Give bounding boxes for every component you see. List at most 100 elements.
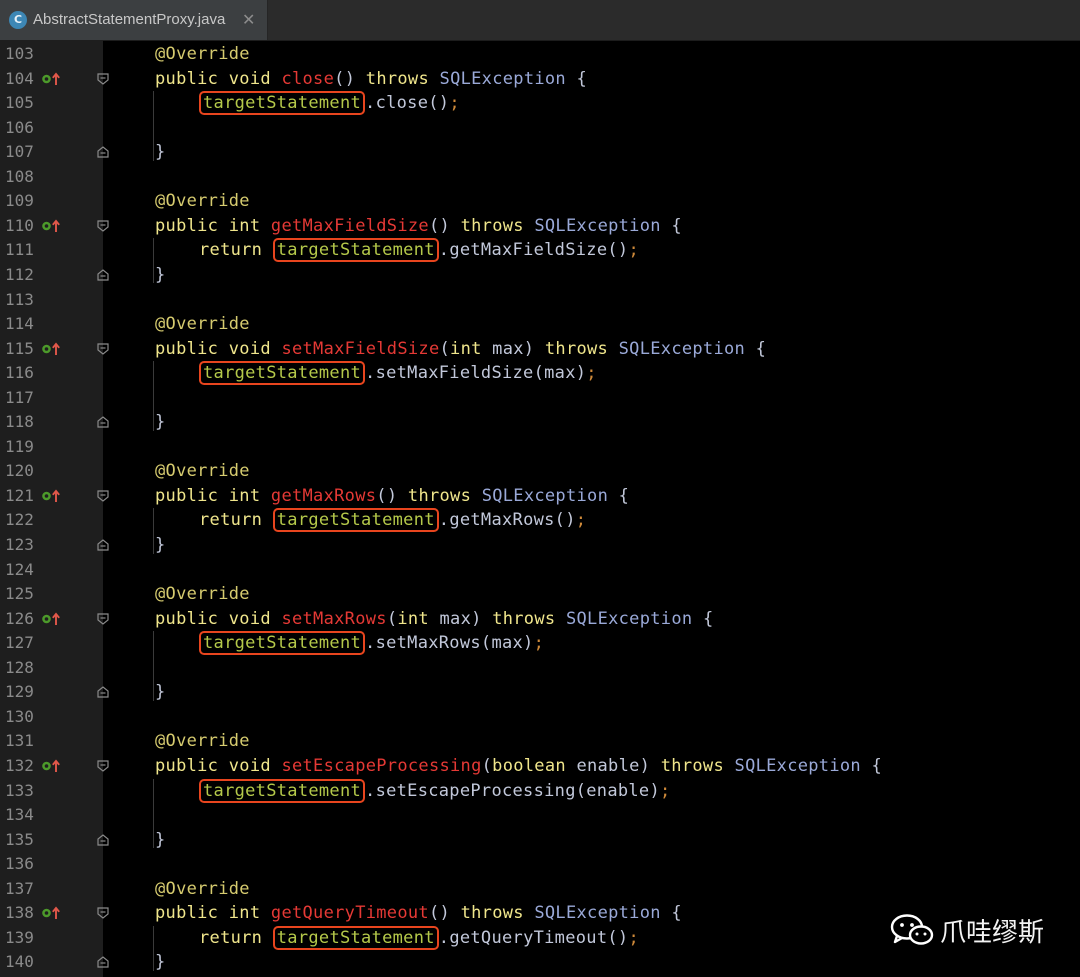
- keyword: int: [228, 903, 261, 924]
- code-line: 131 @Override: [0, 729, 1080, 753]
- method-call: .close(): [365, 93, 450, 114]
- keyword: int: [397, 608, 429, 629]
- override-implements-icon[interactable]: [41, 612, 63, 626]
- brace: }: [155, 264, 166, 285]
- target-statement-field: targetStatement: [199, 91, 366, 116]
- code-line: 129}: [0, 680, 1080, 704]
- code-text: }: [155, 830, 166, 850]
- code-editor[interactable]: 103 @Override 104 public void close() throw…: [0, 40, 1080, 977]
- override-implements-icon[interactable]: [41, 489, 63, 503]
- fold-marker-icon[interactable]: [97, 269, 109, 281]
- fold-marker-icon[interactable]: [97, 342, 109, 355]
- method-name: getMaxFieldSize: [270, 215, 429, 236]
- line-number: 125: [5, 584, 34, 604]
- indent-guide: [153, 631, 154, 701]
- tab-abstract-statement-proxy[interactable]: C AbstractStatementProxy.java ✕: [0, 0, 268, 40]
- brace: }: [155, 682, 166, 703]
- code-line: 115 public void setMaxFieldSize(int max) …: [0, 337, 1080, 361]
- fold-marker-icon[interactable]: [97, 956, 109, 968]
- tab-label: AbstractStatementProxy.java: [33, 11, 226, 28]
- fold-marker-icon[interactable]: [97, 613, 109, 625]
- exception-type: SQLException: [534, 215, 661, 236]
- method-body-statement: return targetStatement .getMaxFieldSize()…: [199, 238, 639, 263]
- code-text: @Override: [155, 314, 250, 334]
- method-body-statement: return targetStatement .getQueryTimeout()…: [199, 925, 639, 950]
- override-annotation: @Override: [155, 731, 250, 752]
- line-number: 124: [5, 559, 34, 579]
- keyword: public: [155, 755, 219, 776]
- line-number: 131: [5, 731, 34, 751]
- editor-tab-bar: C AbstractStatementProxy.java ✕: [0, 0, 1080, 41]
- brace: {: [576, 68, 588, 89]
- method-name: setMaxFieldSize: [281, 338, 440, 359]
- brace: {: [755, 338, 767, 359]
- paren: (: [386, 608, 398, 629]
- brace: }: [155, 952, 166, 973]
- line-number: 139: [5, 927, 34, 947]
- code-line: 104 public void close() throws SQLExcepti…: [0, 67, 1080, 91]
- override-implements-icon[interactable]: [41, 342, 63, 356]
- line-number: 132: [5, 755, 34, 775]
- exception-type: SQLException: [734, 755, 861, 776]
- semicolon: ;: [449, 93, 460, 114]
- code-line: 107}: [0, 140, 1080, 164]
- code-text: }: [155, 952, 166, 972]
- override-implements-icon[interactable]: [41, 219, 63, 233]
- watermark-text: 爪哇缪斯: [940, 918, 1045, 948]
- method-signature: public int getQueryTimeout() throws SQLE…: [155, 903, 682, 923]
- target-statement-field: targetStatement: [199, 631, 366, 656]
- code-line: 136: [0, 852, 1080, 876]
- fold-marker-icon[interactable]: [97, 220, 109, 232]
- override-implements-icon[interactable]: [41, 906, 63, 920]
- method-body-statement: targetStatement .close();: [199, 91, 460, 116]
- keyword: public: [155, 338, 219, 359]
- target-statement-field: targetStatement: [272, 238, 439, 263]
- line-number: 127: [5, 633, 34, 653]
- line-number: 106: [5, 117, 34, 137]
- target-statement-highlight: targetStatement: [272, 925, 439, 950]
- keyword: void: [228, 608, 271, 629]
- indent-guide: [153, 91, 154, 161]
- method-call: .setMaxRows(max): [365, 633, 534, 654]
- keyword: throws: [460, 215, 524, 236]
- close-icon[interactable]: ✕: [242, 10, 255, 29]
- fold-marker-icon[interactable]: [97, 72, 109, 85]
- method-body-statement: targetStatement .setEscapeProcessing(enab…: [199, 778, 671, 803]
- fold-marker-icon[interactable]: [97, 416, 109, 428]
- target-statement-highlight: targetStatement: [199, 631, 366, 656]
- fold-marker-icon[interactable]: [97, 490, 109, 502]
- fold-marker-icon[interactable]: [97, 686, 109, 698]
- paren: ): [386, 485, 398, 506]
- method-signature: public void close() throws SQLException …: [155, 69, 587, 89]
- code-text: }: [155, 142, 166, 162]
- code-line: 127 targetStatement .setMaxRows(max);: [0, 631, 1080, 656]
- keyword: int: [228, 215, 261, 236]
- line-number: 111: [5, 240, 34, 260]
- override-implements-icon[interactable]: [41, 759, 63, 773]
- code-line: 122 return targetStatement .getMaxRows();: [0, 508, 1080, 533]
- target-statement-field: targetStatement: [272, 925, 439, 950]
- line-number: 112: [5, 264, 34, 284]
- fold-marker-icon[interactable]: [97, 539, 109, 551]
- exception-type: SQLException: [439, 68, 566, 89]
- line-number: 104: [5, 68, 34, 88]
- code-line: 123}: [0, 533, 1080, 557]
- brace: {: [671, 903, 682, 924]
- indent-guide: [153, 238, 154, 284]
- override-implements-icon[interactable]: [41, 72, 63, 86]
- keyword: void: [228, 755, 271, 776]
- method-call: .setMaxFieldSize(max): [365, 363, 587, 384]
- override-annotation: @Override: [155, 461, 250, 482]
- fold-marker-icon[interactable]: [97, 146, 109, 158]
- fold-marker-icon[interactable]: [97, 833, 109, 846]
- code-line: 105 targetStatement .close();: [0, 91, 1080, 116]
- paren: (: [334, 68, 345, 89]
- code-text: }: [155, 265, 166, 285]
- keyword: throws: [407, 485, 472, 506]
- method-name: close: [281, 68, 335, 89]
- line-number: 137: [5, 878, 34, 898]
- fold-marker-icon[interactable]: [97, 760, 109, 772]
- brace: {: [618, 485, 630, 506]
- fold-marker-icon[interactable]: [97, 907, 109, 920]
- exception-type: SQLException: [618, 338, 746, 359]
